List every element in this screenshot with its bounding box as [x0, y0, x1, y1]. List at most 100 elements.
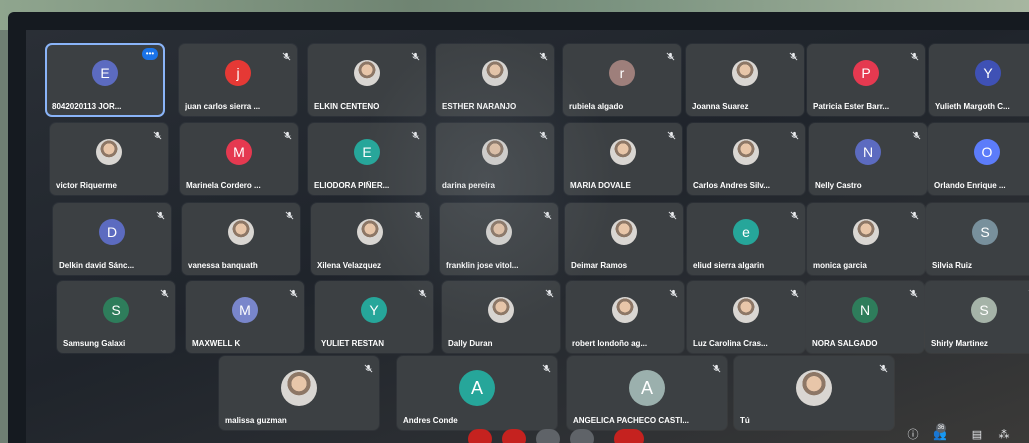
participant-name: Samsung Galaxi: [63, 339, 126, 348]
leave-call-button[interactable]: [614, 429, 644, 443]
participant-tile[interactable]: Deimar Ramos: [565, 203, 683, 275]
participant-name: ESTHER NARANJO: [442, 102, 517, 111]
participant-initial-avatar: S: [971, 297, 997, 323]
participant-tile[interactable]: Luz Carolina Cras...: [687, 281, 805, 353]
participant-tile[interactable]: franklin jose vitol...: [440, 203, 558, 275]
mic-muted-icon: [669, 285, 678, 298]
mic-muted-icon: [543, 207, 552, 220]
participant-initial-avatar: M: [226, 139, 252, 165]
participant-tile[interactable]: S Shirly Martinez: [925, 281, 1029, 353]
participant-name: MARIA DOVALE: [570, 181, 631, 190]
info-icon[interactable]: ⓘ: [906, 429, 920, 441]
participant-name: Xilena Velazquez: [317, 261, 382, 270]
participant-tile[interactable]: darina pereira: [436, 123, 554, 195]
participant-tile[interactable]: Tú: [734, 356, 894, 430]
more-options-button[interactable]: [570, 429, 594, 443]
participant-tile[interactable]: Carlos Andres Silv...: [687, 123, 805, 195]
participant-photo: [796, 370, 832, 406]
participant-photo: [488, 297, 514, 323]
mic-muted-icon: [289, 285, 298, 298]
participant-tile[interactable]: D Delkin david Sánc...: [53, 203, 171, 275]
participant-tile[interactable]: E ELIODORA PIÑER...: [308, 123, 426, 195]
participant-tile[interactable]: P Patricia Ester Barr...: [807, 44, 925, 116]
mic-muted-icon: [414, 207, 423, 220]
participant-tile[interactable]: M MAXWELL K: [186, 281, 304, 353]
participant-photo: [354, 60, 380, 86]
participant-photo: [228, 219, 254, 245]
participant-tile[interactable]: M Marinela Cordero ...: [180, 123, 298, 195]
participant-tile[interactable]: O Orlando Enrique ...: [928, 123, 1029, 195]
participant-name: Silvia Ruiz: [932, 261, 973, 270]
participant-tile[interactable]: ELKIN CENTENO: [308, 44, 426, 116]
participant-photo: [482, 60, 508, 86]
participant-name: Orlando Enrique ...: [934, 181, 1006, 190]
participant-initial-avatar: A: [629, 370, 665, 406]
participant-photo: [357, 219, 383, 245]
participant-tile[interactable]: S Silvia Ruiz: [926, 203, 1029, 275]
participant-initial-avatar: E: [92, 60, 118, 86]
participant-initial-avatar: P: [853, 60, 879, 86]
participant-name: Carlos Andres Silv...: [693, 181, 770, 190]
participant-tile[interactable]: N Nelly Castro: [809, 123, 927, 195]
participant-name: robert londoño ag...: [572, 339, 648, 348]
participant-name: malissa guzman: [225, 416, 287, 425]
camera-toggle-button[interactable]: [502, 429, 526, 443]
participant-tile[interactable]: robert londoño ag...: [566, 281, 684, 353]
mic-muted-icon: [909, 285, 918, 298]
participant-initial-avatar: e: [733, 219, 759, 245]
participant-tile[interactable]: N NORA SALGADO: [806, 281, 924, 353]
participant-tile[interactable]: Y Yulieth Margoth C...: [929, 44, 1029, 116]
participant-name: darina pereira: [442, 181, 495, 190]
mic-muted-icon: [364, 360, 373, 373]
mic-muted-icon: [712, 360, 721, 373]
captions-button[interactable]: [536, 429, 560, 443]
participant-initial-avatar: M: [232, 297, 258, 323]
participant-name: Shirly Martinez: [931, 339, 988, 348]
participant-name: ELKIN CENTENO: [314, 102, 380, 111]
participant-tile[interactable]: malissa guzman: [219, 356, 379, 430]
mic-muted-icon: [545, 285, 554, 298]
participant-tile[interactable]: A Andres Conde: [397, 356, 557, 430]
participant-photo: [610, 139, 636, 165]
participant-tile[interactable]: Xilena Velazquez: [311, 203, 429, 275]
participant-initial-avatar: E: [354, 139, 380, 165]
participant-name: rubiela algado: [569, 102, 624, 111]
participant-tile[interactable]: Y YULIET RESTAN: [315, 281, 433, 353]
mic-muted-icon: [411, 127, 420, 140]
participant-name: Yulieth Margoth C...: [935, 102, 1010, 111]
mic-muted-icon: [153, 127, 162, 140]
participant-name: ELIODORA PIÑER...: [314, 181, 390, 190]
participant-tile[interactable]: r rubiela algado: [563, 44, 681, 116]
mic-muted-icon: [668, 207, 677, 220]
mic-toggle-button[interactable]: [468, 429, 492, 443]
participant-tile[interactable]: A ANGELICA PACHECO CASTI...: [567, 356, 727, 430]
participant-initial-avatar: N: [855, 139, 881, 165]
participant-tile[interactable]: vanessa banquath: [182, 203, 300, 275]
participant-tile[interactable]: e eliud sierra algarin: [687, 203, 805, 275]
mic-muted-icon: [666, 48, 675, 61]
participant-photo: [486, 219, 512, 245]
participant-tile[interactable]: Dally Duran: [442, 281, 560, 353]
participant-initial-avatar: j: [225, 60, 251, 86]
participant-tile[interactable]: victor Riquerme: [50, 123, 168, 195]
chat-icon[interactable]: ▤: [970, 429, 984, 441]
mic-muted-icon: [411, 48, 420, 61]
participant-tile[interactable]: ESTHER NARANJO: [436, 44, 554, 116]
participant-initial-avatar: A: [459, 370, 495, 406]
participant-tile[interactable]: monica garcia: [807, 203, 925, 275]
participant-photo: [732, 60, 758, 86]
participant-tile[interactable]: S Samsung Galaxi: [57, 281, 175, 353]
participant-initial-avatar: Y: [975, 60, 1001, 86]
participant-tile[interactable]: j juan carlos sierra ...: [179, 44, 297, 116]
participant-tile[interactable]: Joanna Suarez: [686, 44, 804, 116]
participant-name: victor Riquerme: [56, 181, 117, 190]
mic-muted-icon: [282, 48, 291, 61]
participant-name: Marinela Cordero ...: [186, 181, 261, 190]
participant-tile[interactable]: E ••• 8042020113 JOR...: [45, 43, 165, 117]
participant-name: monica garcia: [813, 261, 867, 270]
mic-muted-icon: [283, 127, 292, 140]
activities-icon[interactable]: ⁂: [997, 429, 1011, 441]
participant-tile[interactable]: MARIA DOVALE: [564, 123, 682, 195]
participant-name: Tú: [740, 416, 750, 425]
mic-muted-icon: [418, 285, 427, 298]
